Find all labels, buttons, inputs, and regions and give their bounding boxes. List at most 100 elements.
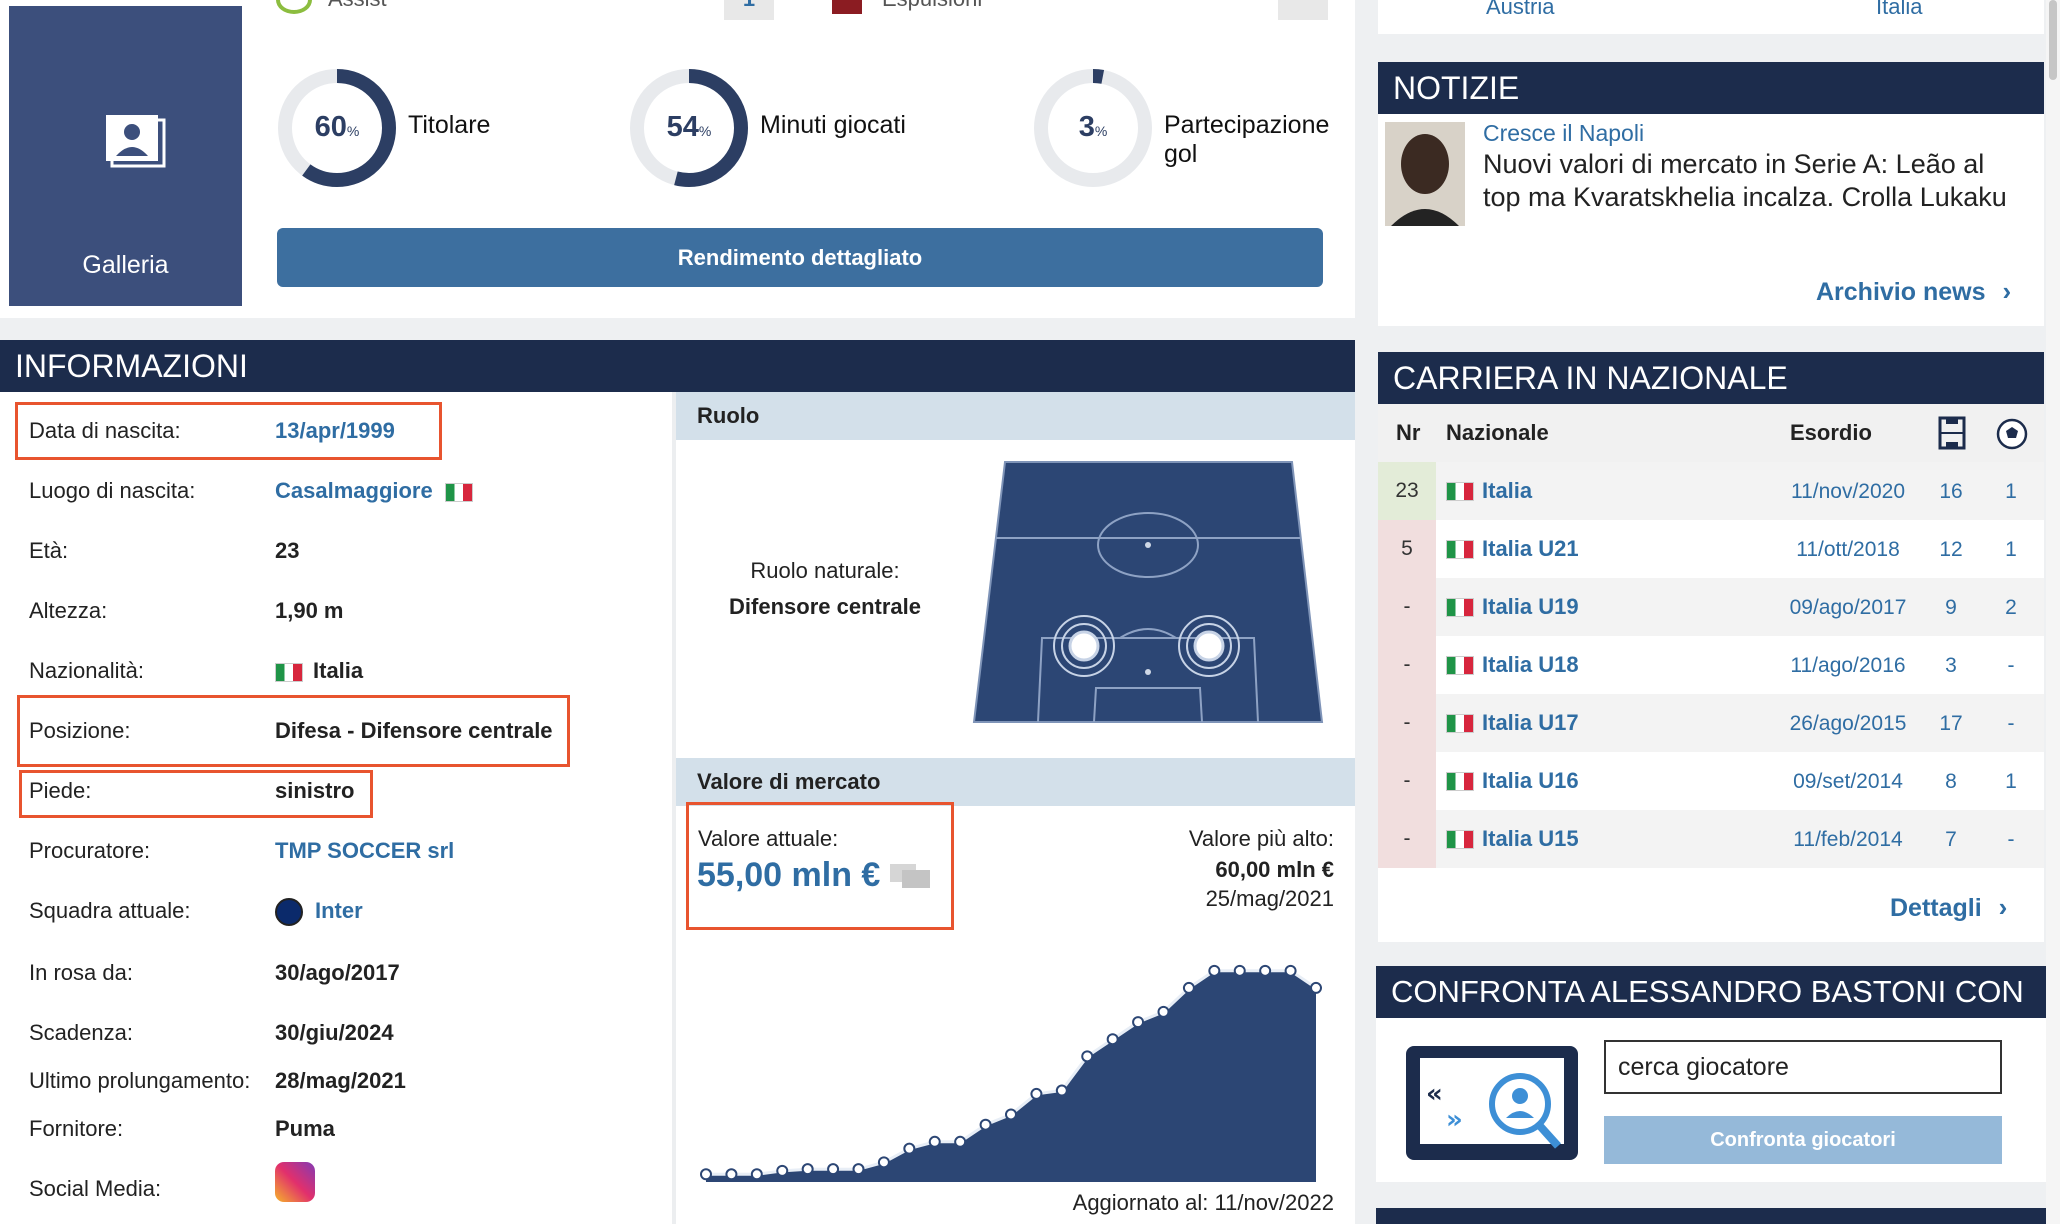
info-value[interactable]: Inter [275,898,363,927]
national-debut-date[interactable]: 26/ago/2015 [1748,712,1948,736]
national-goals[interactable]: - [1986,712,2036,736]
market-value-point[interactable] [928,1135,941,1148]
donut-value: 3% [1078,111,1108,143]
market-value-point[interactable] [852,1163,865,1176]
national-debut-date[interactable]: 09/set/2014 [1748,770,1948,794]
national-row: - Italia U16 09/set/2014 8 1 [1378,752,2044,810]
national-goals[interactable]: 1 [1986,538,2036,562]
market-value-point[interactable] [827,1163,840,1176]
market-value-point[interactable] [1284,964,1297,977]
gallery-button[interactable]: Galleria [9,6,242,306]
info-value[interactable]: Casalmaggiore [275,478,473,504]
info-value[interactable]: TMP SOCCER srl [275,838,454,864]
info-label: Procuratore: [29,838,151,863]
news-thumbnail[interactable] [1385,122,1465,226]
national-appearances[interactable]: 12 [1926,538,1976,562]
market-value-point[interactable] [877,1156,890,1169]
position-marker [1178,615,1240,677]
market-value-point[interactable] [1259,964,1272,977]
market-value-point[interactable] [1132,1016,1145,1029]
market-value-point[interactable] [954,1135,967,1148]
national-goals[interactable]: - [1986,654,2036,678]
national-appearances[interactable]: 8 [1926,770,1976,794]
svg-text:«: « [1426,1079,1443,1109]
player-search-input[interactable] [1604,1040,2002,1094]
market-value-point[interactable] [776,1164,789,1177]
market-value-point[interactable] [1081,1050,1094,1063]
national-team-link[interactable]: Italia [1482,478,1532,504]
national-debut-date[interactable]: 11/feb/2014 [1748,828,1948,852]
donut-label: Partecipazione gol [1164,111,1330,168]
col-debut: Esordio [1790,420,1872,445]
market-value-area [706,970,1316,1182]
gallery-label: Galleria [82,251,169,279]
chevron-right-icon: › [1998,892,2008,922]
national-details-link[interactable]: Dettagli › [1890,892,2007,923]
market-value-point[interactable] [1030,1087,1043,1100]
market-value-point[interactable] [700,1168,712,1181]
national-team-link[interactable]: Italia U21 [1482,536,1579,562]
info-value-text: 23 [275,538,300,563]
highlight-box [19,770,373,818]
market-value-point[interactable] [1310,981,1322,994]
flag-italy-icon [1446,540,1474,559]
national-appearances[interactable]: 17 [1926,712,1976,736]
donut-stat-minutes: 54% Minuti giocati [628,67,1028,189]
section-header-compare: CONFRONTA ALESSANDRO BASTONI CON [1376,966,2046,1018]
market-value-point[interactable] [750,1168,763,1181]
market-value-point[interactable] [1157,1005,1170,1018]
info-label: Squadra attuale: [29,898,191,923]
donut-value: 54% [666,111,712,143]
info-label: Fornitore: [29,1116,124,1141]
national-appearances[interactable]: 16 [1926,480,1976,504]
national-team-link[interactable]: Italia U15 [1482,826,1579,852]
info-value: 23 [275,538,299,564]
national-debut-date[interactable]: 11/nov/2020 [1748,480,1948,504]
column-divider [672,392,676,1224]
national-appearances[interactable]: 3 [1926,654,1976,678]
info-value: Puma [275,1116,335,1142]
highest-value-date: 25/mag/2021 [1205,886,1334,911]
national-team-link[interactable]: Italia U18 [1482,652,1579,678]
national-debut-date[interactable]: 11/ott/2018 [1748,538,1948,562]
national-debut-date[interactable]: 11/ago/2016 [1748,654,1948,678]
market-value-point[interactable] [1233,964,1246,977]
national-goals[interactable]: 1 [1986,480,2036,504]
market-value-point[interactable] [1005,1108,1017,1121]
national-appearances[interactable]: 9 [1926,596,1976,620]
news-headline[interactable]: Nuovi valori di mercato in Serie A: Leão… [1483,148,2023,214]
market-value-point[interactable] [725,1168,738,1181]
national-debut-date[interactable]: 09/ago/2017 [1748,596,1948,620]
national-row: - Italia U17 26/ago/2015 17- [1378,694,2044,752]
country-link-right[interactable]: Italia [1876,0,1922,20]
flag-italy-icon [1446,656,1474,675]
national-goals[interactable]: 2 [1986,596,2036,620]
national-appearances[interactable]: 7 [1926,828,1976,852]
market-value-point[interactable] [979,1118,992,1131]
detailed-performance-button[interactable]: Rendimento dettagliato [277,228,1323,287]
market-value-point[interactable] [1208,964,1221,977]
market-value-point[interactable] [1055,1084,1068,1097]
instagram-icon[interactable] [275,1162,315,1202]
market-value-point[interactable] [801,1163,814,1176]
national-team-link[interactable]: Italia U17 [1482,710,1579,736]
national-goals[interactable]: - [1986,828,2036,852]
national-team-link[interactable]: Italia U16 [1482,768,1579,794]
news-category[interactable]: Cresce il Napoli [1483,120,1644,147]
national-goals[interactable]: 1 [1986,770,2036,794]
comments-icon[interactable] [888,862,932,892]
info-value: Italia [275,658,363,684]
market-value-point[interactable] [903,1142,916,1155]
news-archive-link[interactable]: Archivio news › [1816,276,2011,307]
compare-players-button[interactable]: Confronta giocatori [1604,1116,2002,1164]
info-label: Luogo di nascita: [29,478,196,503]
scrollbar-track[interactable] [2046,0,2060,1224]
market-value-point[interactable] [1182,981,1195,994]
market-value-point[interactable] [1106,1033,1119,1046]
ball-icon [1996,418,2028,450]
market-updated-date: Aggiornato al: 11/nov/2022 [1072,1190,1334,1215]
national-team-link[interactable]: Italia U19 [1482,594,1579,620]
country-link-left[interactable]: Austria [1486,0,1554,20]
scrollbar-thumb[interactable] [2049,0,2057,80]
info-label: In rosa da: [29,960,133,985]
